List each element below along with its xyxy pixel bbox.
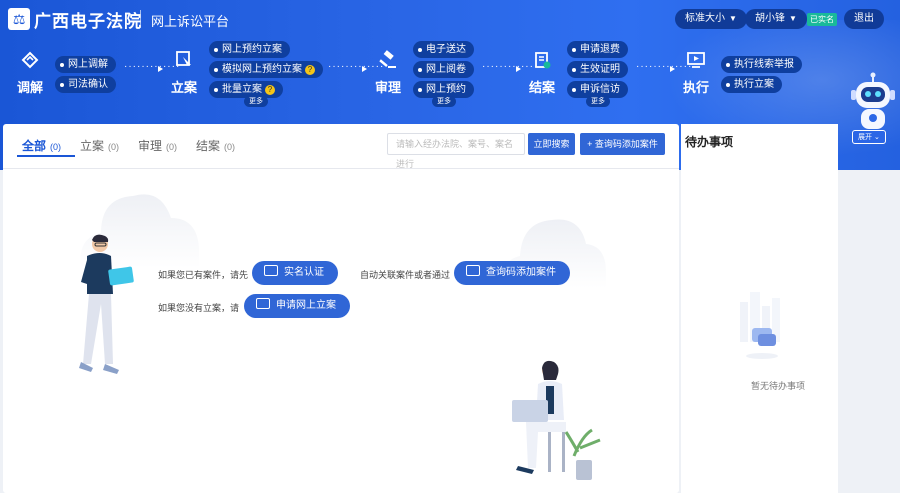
apply-online-filing-button[interactable]: 申请网上立案: [244, 294, 350, 318]
handshake-icon: [21, 51, 39, 69]
stage-trial[interactable]: 审理: [375, 50, 401, 96]
logout-label: 退出: [854, 13, 874, 24]
stage-closing[interactable]: 结案: [529, 50, 555, 96]
case-panel: 全部 (0) 立案 (0) 审理 (0) 结案 (0) 请输入经办法院、案号、案名进行 …: [3, 124, 679, 493]
stage-label: 调解: [17, 80, 44, 95]
stage-filing[interactable]: 立案: [171, 50, 197, 96]
document-check-icon: [535, 52, 551, 69]
person-with-laptop-illustration: [512, 360, 601, 480]
chip-judicial-confirmation[interactable]: 司法确认: [55, 76, 116, 93]
stage-execution[interactable]: 执行: [683, 50, 709, 96]
brand-title: 广西电子法院: [34, 12, 142, 31]
more-trial-button[interactable]: 更多: [432, 96, 456, 107]
arrow-right-icon: [670, 66, 675, 72]
help-icon[interactable]: ?: [305, 65, 315, 75]
chip-execution-clue-report[interactable]: 执行线索举报: [721, 56, 802, 73]
chevron-down-icon: ▼: [729, 14, 737, 23]
arrow-right-icon: [516, 66, 521, 72]
more-filing-button[interactable]: 更多: [244, 96, 268, 107]
more-closing-button[interactable]: 更多: [586, 96, 610, 107]
monitor-icon: [256, 298, 270, 309]
id-card-icon: [264, 265, 278, 276]
tab-filing[interactable]: 立案 (0): [80, 137, 119, 154]
realname-auth-button[interactable]: 实名认证: [252, 261, 338, 285]
font-size-dropdown[interactable]: 标准大小 ▼: [675, 9, 747, 29]
todo-title: 待办事项: [685, 135, 734, 149]
empty-todo-illustration: [740, 292, 780, 359]
chip-online-mediation[interactable]: 网上调解: [55, 56, 116, 73]
prompt-no-case: 如果您没有立案，请: [158, 303, 240, 313]
chip-refund-request[interactable]: 申请退费: [567, 41, 628, 58]
chip-effective-certificate[interactable]: 生效证明: [567, 61, 628, 78]
chip-execution-filing[interactable]: 执行立案: [721, 76, 782, 93]
arrow-right-icon: [158, 66, 163, 72]
help-icon[interactable]: ?: [265, 85, 275, 95]
stage-label: 立案: [171, 80, 198, 95]
prompt-have-case: 如果您已有案件，请先: [158, 270, 249, 280]
brand-divider: [140, 10, 141, 28]
query-code-add-case-button[interactable]: 查询码添加案件: [454, 261, 570, 285]
chip-batch-filing[interactable]: 批量立案?: [209, 81, 283, 98]
chevron-down-icon: ▼: [789, 14, 797, 23]
stage-mediation[interactable]: 调解: [17, 50, 43, 96]
top-bar: ⚖ 广西电子法院 网上诉讼平台 标准大小 ▼ 胡小锋 ▼ 已实名 退出: [0, 0, 900, 38]
chip-electronic-service[interactable]: 电子送达: [413, 41, 474, 58]
tab-trial[interactable]: 审理 (0): [138, 137, 177, 154]
arrow-right-icon: [362, 66, 367, 72]
font-size-label: 标准大小: [685, 13, 725, 24]
pointer-icon: [176, 51, 191, 69]
assistant-expand-button[interactable]: 展开 ⌄: [852, 130, 886, 144]
monitor-icon: [687, 52, 705, 68]
add-case-by-code-button[interactable]: + 查询码添加案件: [580, 133, 665, 155]
user-menu-dropdown[interactable]: 胡小锋 ▼: [745, 9, 807, 29]
active-tab-indicator: [17, 155, 75, 157]
barcode-icon: [466, 265, 480, 276]
tab-closed[interactable]: 结案 (0): [196, 137, 235, 154]
chip-online-files[interactable]: 网上阅卷: [413, 61, 474, 78]
todo-panel: 待办事项 暂无待办事项: [681, 124, 838, 493]
stage-label: 审理: [375, 80, 402, 95]
platform-title: 网上诉讼平台: [151, 14, 230, 29]
verified-badge: 已实名: [807, 13, 837, 26]
tabs-divider: [3, 168, 679, 169]
chip-simulated-filing[interactable]: 模拟网上预约立案?: [209, 61, 323, 78]
court-logo-icon: ⚖: [8, 8, 30, 30]
gavel-icon: [379, 50, 396, 68]
chip-online-filing[interactable]: 网上预约立案: [209, 41, 290, 58]
prompt-link-case: 自动关联案件或者通过: [360, 270, 451, 280]
person-with-tablet-illustration: [79, 234, 134, 374]
stage-label: 结案: [529, 80, 556, 95]
user-name: 胡小锋: [755, 13, 785, 24]
stage-label: 执行: [683, 80, 710, 95]
case-search-input[interactable]: 请输入经办法院、案号、案名进行: [387, 133, 525, 169]
logout-button[interactable]: 退出: [844, 9, 884, 29]
empty-todo-text: 暂无待办事项: [751, 381, 806, 391]
tab-all[interactable]: 全部 (0): [22, 137, 61, 154]
search-button[interactable]: 立即搜索: [528, 133, 575, 155]
